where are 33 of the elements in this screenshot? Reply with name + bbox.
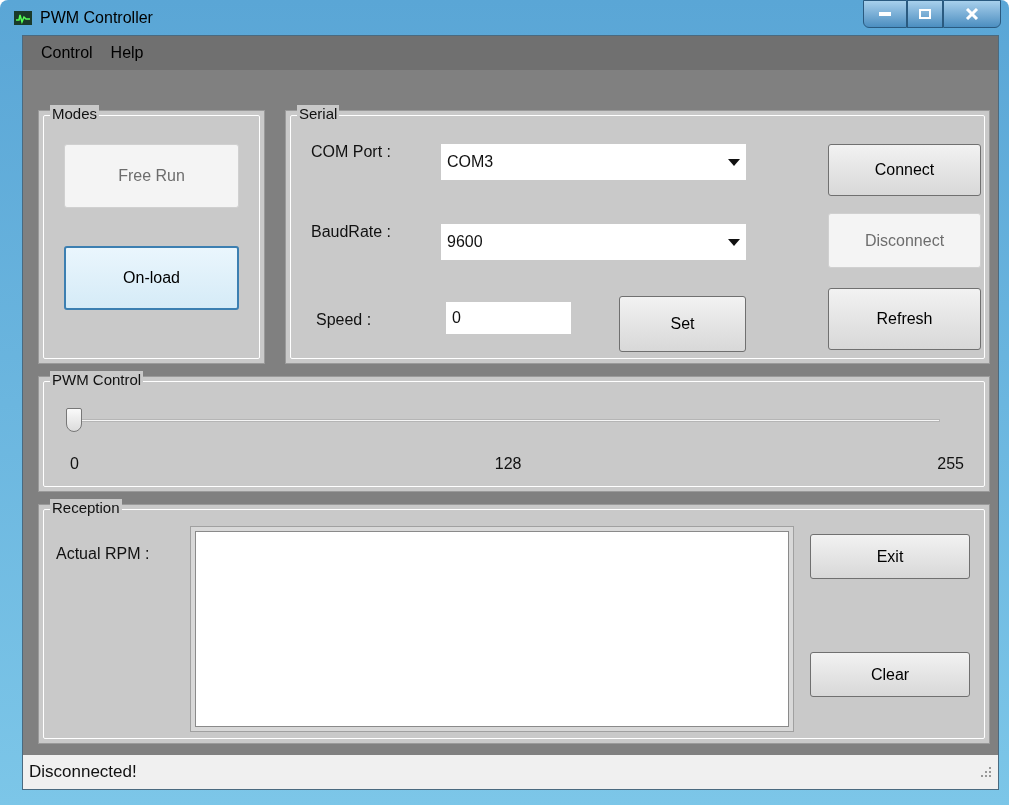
close-button[interactable] bbox=[943, 0, 1001, 28]
tick-label: 255 bbox=[937, 454, 964, 474]
window-title: PWM Controller bbox=[40, 7, 153, 28]
dropdown-arrow-icon bbox=[728, 238, 740, 246]
close-icon bbox=[965, 8, 979, 20]
field-label: COM Port : bbox=[311, 142, 392, 162]
slider-thumb[interactable] bbox=[66, 408, 82, 432]
status-text: Disconnected! bbox=[29, 761, 137, 784]
dropdown[interactable]: 9600 bbox=[441, 224, 746, 260]
field-label: Actual RPM : bbox=[56, 544, 151, 564]
button[interactable]: On-load bbox=[64, 246, 239, 310]
maximize-button[interactable] bbox=[907, 0, 943, 28]
app-icon bbox=[14, 10, 32, 25]
button[interactable]: Exit bbox=[810, 534, 970, 579]
dropdown-arrow-icon bbox=[728, 158, 740, 166]
tick-label: 0 bbox=[70, 454, 79, 474]
maximize-icon bbox=[919, 9, 931, 19]
speed-input[interactable]: 0 bbox=[446, 302, 571, 334]
group-title: Reception bbox=[50, 499, 122, 517]
field-label: BaudRate : bbox=[311, 222, 393, 242]
field-label: Speed : bbox=[315, 310, 373, 330]
button[interactable]: Connect bbox=[828, 144, 981, 196]
button[interactable]: Clear bbox=[810, 652, 970, 697]
minimize-button[interactable] bbox=[863, 0, 907, 28]
output-text-area[interactable] bbox=[190, 526, 794, 732]
dropdown[interactable]: COM3 bbox=[441, 144, 746, 180]
minimize-icon bbox=[879, 12, 891, 16]
menu-item[interactable]: Help bbox=[102, 41, 152, 65]
tick-label: 128 bbox=[494, 454, 522, 474]
button[interactable]: Refresh bbox=[828, 288, 981, 350]
menu-item[interactable]: Control bbox=[33, 41, 101, 65]
button[interactable]: Set bbox=[619, 296, 746, 352]
resize-grip-icon bbox=[980, 766, 992, 778]
